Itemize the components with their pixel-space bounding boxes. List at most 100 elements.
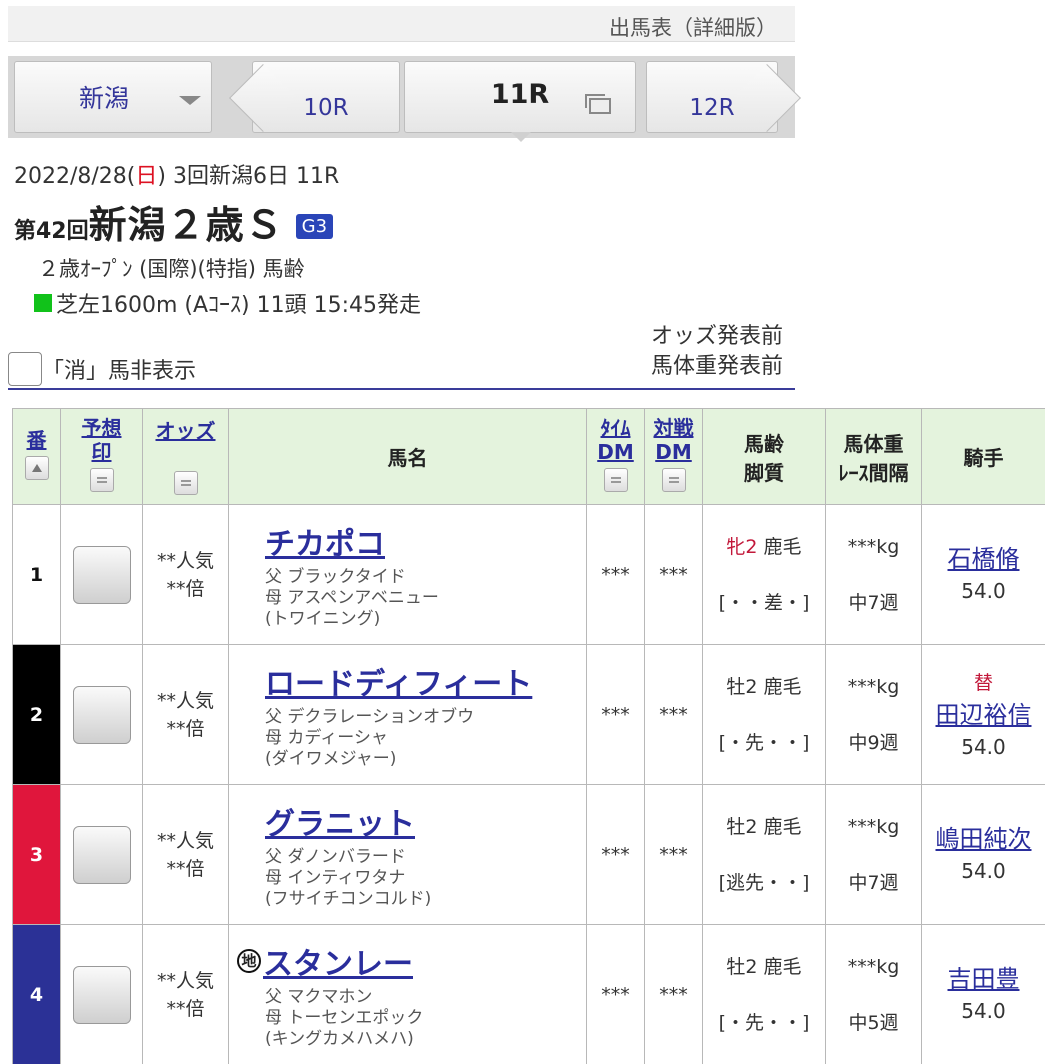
date-prefix: 2022/8/28( xyxy=(14,164,136,189)
sex-age: 牝2 xyxy=(726,535,758,558)
dam: 母 インティワタナ xyxy=(265,868,406,888)
jockey-link[interactable]: 石橋脩 xyxy=(922,543,1045,575)
mark-cell xyxy=(60,504,143,645)
frame-number-cell: 4 xyxy=(12,924,61,1064)
odds-value: **倍 xyxy=(166,577,205,600)
body-weight: ***kg xyxy=(847,815,900,838)
hide-scratched-toggle[interactable]: 「消」馬非表示 xyxy=(8,352,196,386)
race-name: 新潟２歳Ｓ xyxy=(88,203,284,247)
jockey-link[interactable]: 吉田豊 xyxy=(922,963,1045,995)
col-age-label: 馬齢 xyxy=(744,431,784,456)
mark-cell xyxy=(60,924,143,1064)
new-window-icon[interactable] xyxy=(585,94,611,114)
jockey-link[interactable]: 嶋田純次 xyxy=(922,823,1045,855)
prev-race-button[interactable]: 10R xyxy=(229,61,400,133)
frame-number-cell: 1 xyxy=(12,504,61,645)
sire: 父 マクマホン xyxy=(265,987,373,1007)
sort-up-icon[interactable] xyxy=(24,456,49,480)
horse-name-link[interactable]: ロードディフィート xyxy=(265,659,532,703)
prediction-mark-button[interactable] xyxy=(72,965,131,1024)
current-race-button[interactable]: 11R xyxy=(404,61,636,142)
age-style-cell: 牡2 鹿毛 [・先・・] xyxy=(702,644,826,785)
col-num[interactable]: 番 xyxy=(12,408,61,505)
entries-table: 番 予想 印 オッズ 馬名 ﾀｲﾑ DM 対戦 DM 馬齢 脚質 馬体重 ﾚｰｽ… xyxy=(12,408,1045,1064)
col-time-dm-label-1[interactable]: ﾀｲﾑ xyxy=(587,416,644,440)
sire: 父 デクラレーションオブウ xyxy=(265,707,475,727)
race-interval: 中7週 xyxy=(848,871,899,894)
weight-status: 馬体重発表前 xyxy=(650,354,783,379)
odds-value: **倍 xyxy=(166,857,205,880)
col-time-dm[interactable]: ﾀｲﾑ DM xyxy=(586,408,645,505)
horse-name-line: グラニット xyxy=(265,799,586,843)
col-odds-label[interactable]: オッズ xyxy=(143,419,228,443)
top-bar: 出馬表（詳細版） xyxy=(8,6,795,42)
dam-sire: (フサイチコンコルド) xyxy=(265,889,432,909)
sex-age-coat: 牡2 鹿毛 xyxy=(703,659,825,715)
popularity: **人気 xyxy=(156,829,214,852)
horse-number: 1 xyxy=(29,563,44,586)
horse-cell: 地スタンレー 父 マクマホン 母 トーセンエポック (キングカメハメハ) xyxy=(228,924,587,1064)
current-indicator-icon xyxy=(511,132,531,142)
sort-icon[interactable] xyxy=(89,468,114,492)
course-text: 芝左1600m (Aｺｰｽ) 11頭 15:45発走 xyxy=(56,293,422,318)
grade-badge: G3 xyxy=(295,214,334,239)
impost: 54.0 xyxy=(961,858,1006,883)
race-date-line: 2022/8/28(日) 3回新潟6日 11R xyxy=(14,158,421,190)
current-race-label: 11R xyxy=(490,78,550,110)
dam-sire: (ダイワメジャー) xyxy=(265,749,397,769)
next-race-button[interactable]: 12R xyxy=(646,61,801,133)
col-match-dm-label-2[interactable]: DM xyxy=(645,440,702,464)
impost: 54.0 xyxy=(961,998,1006,1023)
chevron-down-icon xyxy=(179,96,201,105)
time-dm-value: *** xyxy=(586,924,645,1064)
sex-age-coat: 牡2 鹿毛 xyxy=(703,799,825,855)
date-suffix: ) 3回新潟6日 11R xyxy=(157,164,340,189)
col-odds[interactable]: オッズ xyxy=(142,408,229,505)
col-interval-label: ﾚｰｽ間隔 xyxy=(838,460,909,485)
age-style-cell: 牡2 鹿毛 [・先・・] xyxy=(702,924,826,1064)
horse-name-link[interactable]: チカポコ xyxy=(265,519,385,563)
time-dm-value: *** xyxy=(586,504,645,645)
col-mark-label-1[interactable]: 予想 xyxy=(61,416,142,440)
col-time-dm-label-2[interactable]: DM xyxy=(587,440,644,464)
prediction-mark-button[interactable] xyxy=(72,545,131,604)
col-weight-label: 馬体重 xyxy=(843,431,904,456)
sort-icon[interactable] xyxy=(661,468,686,492)
jockey-cell: 替田辺裕信 54.0 xyxy=(921,644,1045,785)
race-navigation: 新潟 10R 11R 12R xyxy=(8,56,801,142)
table-row: 3 **人気 **倍 グラニット 父 ダノンバラード 母 インティワタナ (フサイ… xyxy=(12,784,1045,925)
col-match-dm-label-1[interactable]: 対戦 xyxy=(645,416,702,440)
race-title: 第42回 新潟２歳Ｓ G3 xyxy=(14,194,421,249)
col-jockey-label: 騎手 xyxy=(963,446,1004,470)
arrow-right-icon xyxy=(733,64,801,132)
venue-select-button[interactable]: 新潟 xyxy=(14,61,212,133)
weight-cell: ***kg 中7週 xyxy=(825,504,922,645)
col-mark[interactable]: 予想 印 xyxy=(60,408,143,505)
col-match-dm[interactable]: 対戦 DM xyxy=(644,408,703,505)
hide-scratched-checkbox[interactable] xyxy=(8,352,42,386)
prediction-mark-button[interactable] xyxy=(72,825,131,884)
jockey-change-badge: 替 xyxy=(973,671,993,694)
jockey-link[interactable]: 田辺裕信 xyxy=(922,699,1045,731)
arrow-left-icon xyxy=(229,64,297,132)
coat: 鹿毛 xyxy=(757,675,802,698)
race-conditions: ２歳ｵｰﾌﾟﾝ (国際)(特指) 馬齢 xyxy=(38,257,305,281)
horse-name-link[interactable]: グラニット xyxy=(265,799,415,843)
horse-number: 4 xyxy=(29,983,44,1006)
col-mark-label-2[interactable]: 印 xyxy=(61,440,142,464)
horse-name-line: チカポコ xyxy=(265,519,586,563)
horse-name-line: 地スタンレー xyxy=(237,939,586,983)
sort-icon[interactable] xyxy=(173,471,198,495)
col-num-label[interactable]: 番 xyxy=(13,428,60,452)
prediction-mark-button[interactable] xyxy=(72,685,131,744)
jockey-cell: 石橋脩 54.0 xyxy=(921,504,1045,645)
sire: 父 ダノンバラード xyxy=(265,847,406,867)
table-row: 2 **人気 **倍 ロードディフィート 父 デクラレーションオブウ 母 カディー… xyxy=(12,644,1045,785)
divider xyxy=(8,388,795,390)
popularity: **人気 xyxy=(156,689,214,712)
horse-name-link[interactable]: スタンレー xyxy=(263,939,413,983)
sex-age-coat: 牝2 鹿毛 xyxy=(703,519,825,575)
table-row: 4 **人気 **倍 地スタンレー 父 マクマホン 母 トーセンエポック (キング… xyxy=(12,924,1045,1064)
col-horse-name: 馬名 xyxy=(228,408,587,505)
sort-icon[interactable] xyxy=(603,468,628,492)
